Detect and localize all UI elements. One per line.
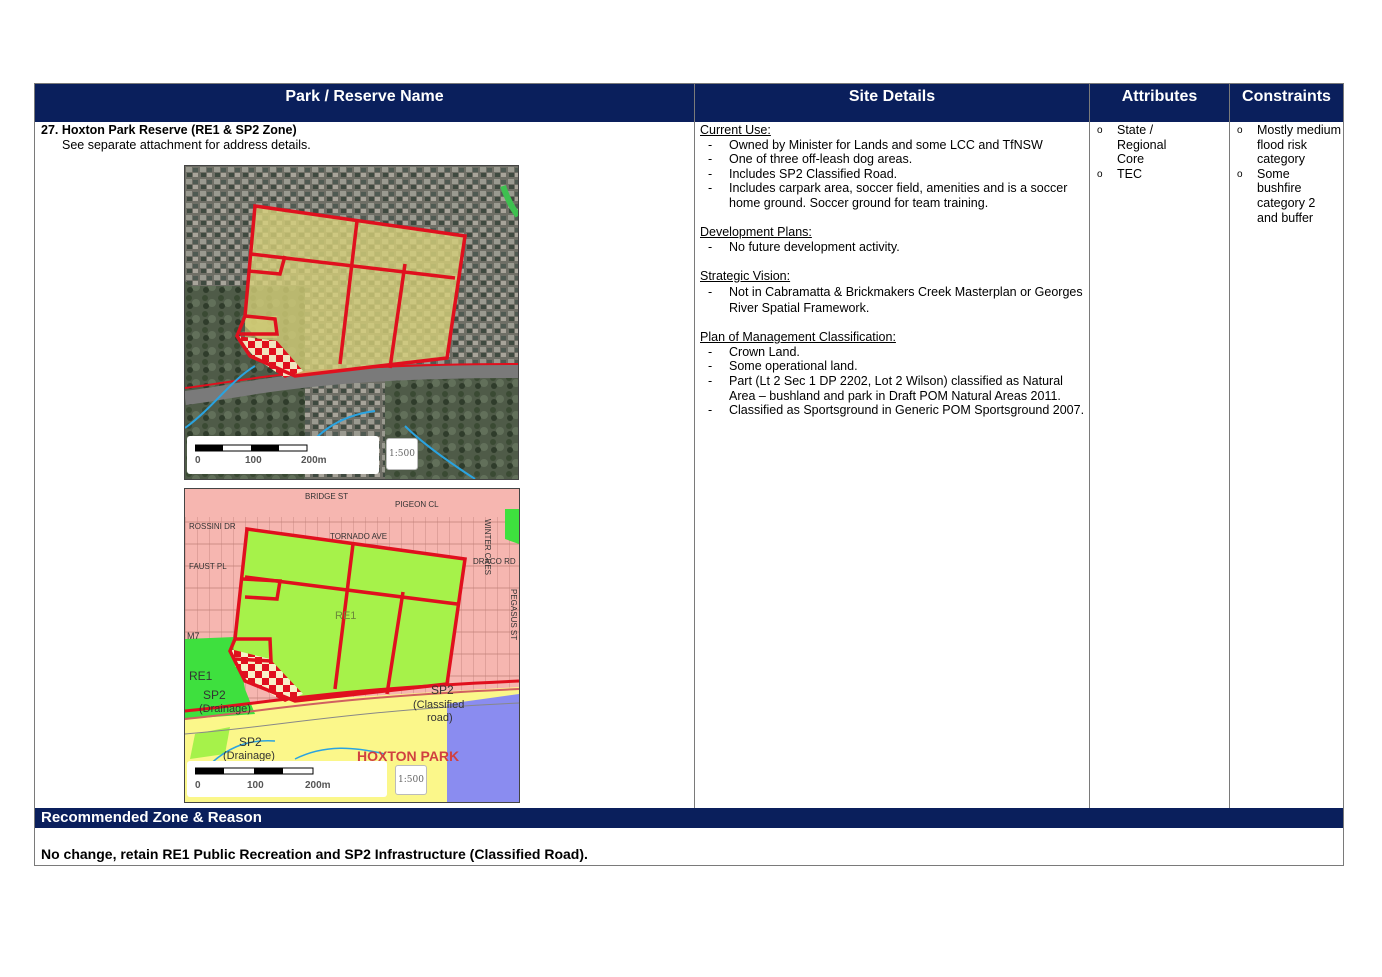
list-item: TEC bbox=[1091, 167, 1221, 182]
list-item: State / Regional Core bbox=[1091, 123, 1221, 167]
pom-title: Plan of Management Classification: bbox=[700, 330, 896, 345]
map-label-street-draco: DRACO RD bbox=[473, 557, 516, 566]
map-label-sp2-west: SP2 bbox=[203, 688, 226, 702]
list-item: Owned by Minister for Lands and some LCC… bbox=[700, 138, 1085, 153]
aerial-map: 0 100 200m 1:500 bbox=[184, 165, 519, 480]
map-label-road: road) bbox=[427, 712, 453, 724]
map-label-street-pigeon: PIGEON CL bbox=[395, 500, 439, 509]
aerial-scale-button[interactable]: 1:500 bbox=[386, 438, 418, 470]
zoning-scale-button[interactable]: 1:500 bbox=[395, 765, 427, 795]
header-attributes: Attributes bbox=[1090, 84, 1229, 122]
list-item: Some bushfire category 2 and buffer bbox=[1231, 167, 1343, 225]
attributes-cell: State / Regional Core TEC bbox=[1091, 123, 1221, 182]
zoning-map: RE1 RE1 SP2 (Drainage) SP2 (Drainage) SP… bbox=[184, 488, 520, 803]
map-label-street-faust: FAUST PL bbox=[189, 562, 227, 571]
map-label-sp2-south: SP2 bbox=[239, 735, 262, 749]
map-label-re1-west: RE1 bbox=[189, 669, 213, 683]
map-label-drainage-west: (Drainage) bbox=[199, 703, 251, 715]
park-title: 27. Hoxton Park Reserve (RE1 & SP2 Zone) bbox=[41, 123, 297, 137]
park-subtitle: See separate attachment for address deta… bbox=[62, 137, 311, 152]
constraints-cell: Mostly medium flood risk category Some b… bbox=[1231, 123, 1343, 225]
list-item: Some operational land. bbox=[700, 359, 1085, 374]
development-plans-title: Development Plans: bbox=[700, 225, 812, 240]
aerial-scale-bar: 0 100 200m bbox=[187, 436, 379, 474]
list-item: Part (Lt 2 Sec 1 DP 2202, Lot 2 Wilson) … bbox=[700, 374, 1085, 403]
column-divider bbox=[694, 84, 695, 808]
scale-ruler bbox=[195, 767, 314, 775]
map-label-street-pegasus: PEGASUS ST bbox=[509, 589, 518, 640]
map-label-street-rossini: ROSSINI DR bbox=[189, 522, 236, 531]
map-label-sp2-east: SP2 bbox=[431, 683, 454, 697]
scale-label-200: 200m bbox=[301, 455, 327, 466]
list-item: Classified as Sportsground in Generic PO… bbox=[700, 403, 1085, 418]
reserve-table: Park / Reserve Name Site Details Attribu… bbox=[34, 83, 1344, 866]
attributes-list: State / Regional Core TEC bbox=[1091, 123, 1221, 182]
map-label-street-tornado: TORNADO AVE bbox=[330, 532, 387, 541]
list-item: One of three off-leash dog areas. bbox=[700, 152, 1085, 167]
map-label-street-bridge: BRIDGE ST bbox=[305, 492, 348, 501]
map-label-re1-main: RE1 bbox=[335, 610, 356, 622]
park-name-cell: 27. Hoxton Park Reserve (RE1 & SP2 Zone)… bbox=[41, 123, 681, 152]
strategic-vision-title: Strategic Vision: bbox=[700, 268, 791, 283]
map-label-m7: M7 bbox=[187, 631, 200, 641]
current-use-title: Current Use: bbox=[700, 123, 771, 137]
list-item: Not in Cabramatta & Brickmakers Creek Ma… bbox=[700, 284, 1085, 316]
aerial-map-image bbox=[185, 166, 518, 479]
site-details-cell: Current Use: Owned by Minister for Lands… bbox=[700, 123, 1085, 418]
pom-list: Crown Land. Some operational land. Part … bbox=[700, 345, 1085, 418]
header-constraints: Constraints bbox=[1230, 84, 1343, 122]
zoning-scale-bar: 0 100 200m bbox=[187, 761, 387, 797]
column-divider bbox=[1089, 84, 1090, 808]
strategic-vision-list: Not in Cabramatta & Brickmakers Creek Ma… bbox=[700, 284, 1085, 316]
list-item: Mostly medium flood risk category bbox=[1231, 123, 1343, 167]
recommendation-title: Recommended Zone & Reason bbox=[35, 808, 1343, 828]
zoning-map-image: RE1 RE1 SP2 (Drainage) SP2 (Drainage) SP… bbox=[185, 489, 519, 802]
map-label-street-winter: WINTER CRES bbox=[483, 519, 492, 575]
scale-label-200: 200m bbox=[305, 780, 331, 791]
list-item: Includes carpark area, soccer field, ame… bbox=[700, 181, 1085, 210]
scale-label-0: 0 bbox=[195, 780, 201, 791]
recommendation-text: No change, retain RE1 Public Recreation … bbox=[41, 846, 588, 862]
scale-ruler bbox=[195, 444, 308, 452]
header-park-name: Park / Reserve Name bbox=[35, 84, 694, 122]
list-item: No future development activity. bbox=[700, 240, 1085, 255]
list-item: Crown Land. bbox=[700, 345, 1085, 360]
column-divider bbox=[1229, 84, 1230, 808]
header-site-details: Site Details bbox=[695, 84, 1089, 122]
scale-label-0: 0 bbox=[195, 455, 201, 466]
development-plans-list: No future development activity. bbox=[700, 240, 1085, 255]
scale-label-100: 100 bbox=[247, 780, 264, 791]
constraints-list: Mostly medium flood risk category Some b… bbox=[1231, 123, 1343, 225]
scale-label-100: 100 bbox=[245, 455, 262, 466]
list-item: Includes SP2 Classified Road. bbox=[700, 167, 1085, 182]
map-label-classified: (Classified bbox=[413, 699, 464, 711]
current-use-list: Owned by Minister for Lands and some LCC… bbox=[700, 138, 1085, 211]
